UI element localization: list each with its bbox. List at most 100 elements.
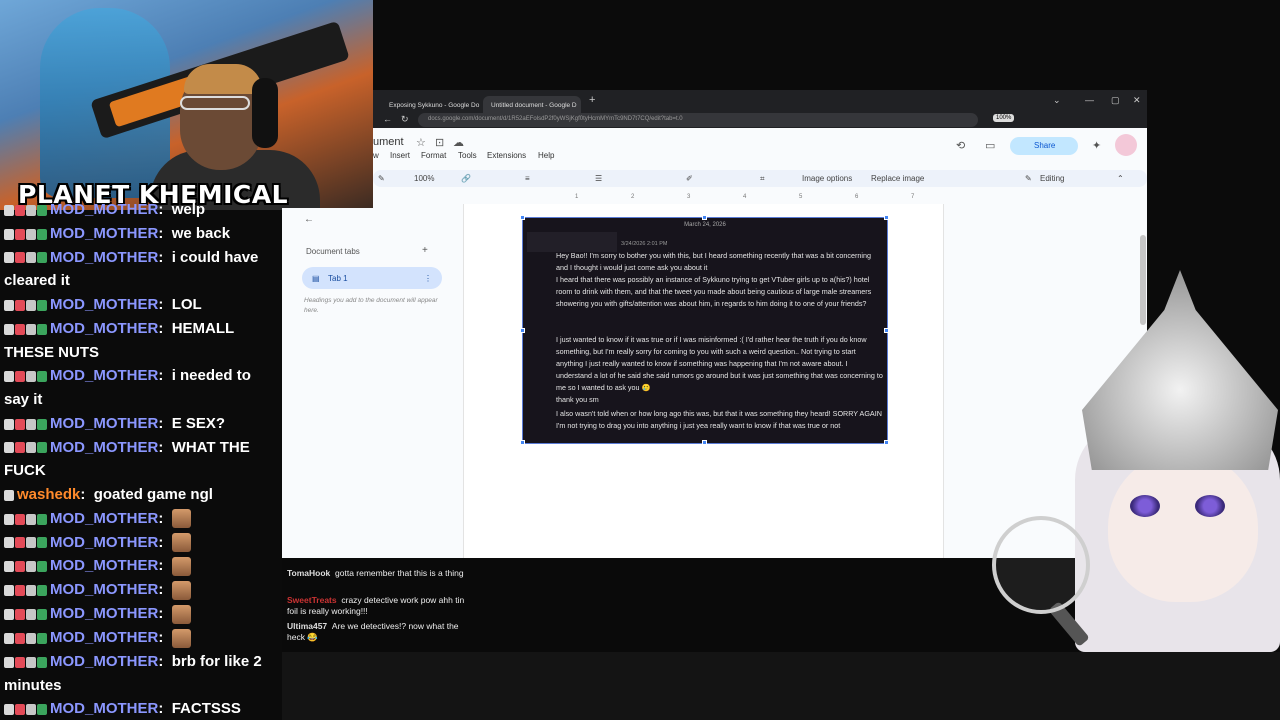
chat-username[interactable]: MOD_MOTHER [50, 225, 158, 242]
chat-username[interactable]: MOD_MOTHER [50, 557, 158, 574]
menu-extensions[interactable]: Extensions [487, 151, 526, 160]
chat-message: MOD_MOTHER: [4, 602, 280, 626]
badge-icon [15, 656, 25, 668]
add-tab-icon[interactable]: + [422, 245, 428, 256]
badge-icon [26, 608, 36, 620]
move-icon[interactable]: ⊡ [435, 136, 444, 149]
menu-insert[interactable]: Insert [390, 151, 410, 160]
back-icon[interactable]: ← [383, 114, 392, 124]
chat-username[interactable]: washedk [17, 486, 80, 503]
badge-icon [4, 513, 14, 525]
docs-scrollbar[interactable] [1140, 235, 1146, 325]
badge-icon [15, 418, 25, 430]
chat-username[interactable]: MOD_MOTHER [50, 605, 158, 622]
new-tab-button[interactable]: + [589, 94, 595, 106]
message-date: March 24, 2026 [684, 222, 726, 228]
chat-username[interactable]: MOD_MOTHER [50, 367, 158, 384]
tab-more-icon[interactable]: ⋮ [424, 274, 432, 283]
chat-username[interactable]: MOD_MOTHER [50, 510, 158, 527]
chat-username[interactable]: MOD_MOTHER [50, 439, 158, 456]
chat-username[interactable]: MOD_MOTHER [50, 534, 158, 551]
chat-message: MOD_MOTHER: FACTSSS [4, 697, 280, 720]
tab-search-icon[interactable]: ⌄ [1053, 95, 1061, 106]
resize-handle[interactable] [702, 440, 707, 445]
star-icon[interactable]: ☆ [416, 136, 426, 149]
ruler-tick: 7 [911, 194, 915, 200]
chat-username[interactable]: MOD_MOTHER [50, 249, 158, 266]
reload-icon[interactable]: ↻ [401, 114, 409, 125]
cloud-icon[interactable]: ☁ [453, 136, 464, 149]
chat-message: SweetTreats crazy detective work pow ahh… [287, 595, 472, 617]
resize-handle[interactable] [520, 440, 525, 445]
badge-icon [4, 608, 14, 620]
chat-username[interactable]: MOD_MOTHER [50, 415, 158, 432]
chat-username[interactable]: MOD_MOTHER [50, 629, 158, 646]
badge-icon [37, 513, 47, 525]
maximize-icon[interactable]: ▢ [1111, 95, 1120, 106]
document-tabs-heading: Document tabs [306, 247, 360, 256]
close-icon[interactable]: ✕ [1133, 95, 1141, 106]
chat-badges [4, 365, 48, 389]
chat-username[interactable]: MOD_MOTHER [50, 581, 158, 598]
menu-tools[interactable]: Tools [458, 151, 477, 160]
redacted-name [527, 232, 617, 252]
badge-icon [15, 252, 25, 264]
resize-handle[interactable] [520, 215, 525, 220]
gemini-icon[interactable]: ✦ [1092, 139, 1101, 152]
pen-icon[interactable]: ✐ [686, 174, 693, 183]
editing-mode-icon[interactable]: ✎ [1025, 174, 1032, 183]
tab-1-label: Tab 1 [328, 274, 348, 283]
chat-message: Ultima457 Are we detectives!? now what t… [287, 621, 472, 643]
badge-icon [37, 537, 47, 549]
document-title[interactable]: ument [373, 136, 404, 148]
image-options-button[interactable]: Image options [802, 174, 852, 183]
streamer-webcam [0, 0, 373, 210]
menu-help[interactable]: Help [538, 151, 554, 160]
list-icon[interactable]: ☰ [595, 174, 602, 183]
resize-handle[interactable] [702, 215, 707, 220]
menu-view[interactable]: w [373, 151, 379, 160]
pasted-screenshot[interactable]: March 24, 2026 3/24/2026 2:01 PM Hey Bao… [522, 217, 888, 444]
link-icon[interactable]: 🔗 [461, 174, 471, 183]
share-button[interactable]: Share [1010, 137, 1078, 155]
align-icon[interactable]: ≡ [525, 174, 530, 183]
crop-icon[interactable]: ⌗ [760, 174, 765, 184]
emote-icon [171, 533, 191, 553]
tab-1[interactable] [302, 267, 442, 289]
comment-icon[interactable]: ▭ [985, 139, 995, 152]
resize-handle[interactable] [884, 440, 889, 445]
badge-icon [26, 585, 36, 597]
chat-username[interactable]: MOD_MOTHER [50, 201, 158, 218]
address-bar[interactable]: docs.google.com/document/d/1R52aEFolsdP2… [418, 113, 978, 127]
zoom-badge[interactable]: 100% [993, 114, 1015, 122]
menu-format[interactable]: Format [421, 151, 446, 160]
editing-mode-select[interactable]: Editing [1040, 174, 1064, 183]
chat-username[interactable]: MOD_MOTHER [50, 320, 158, 337]
resize-handle[interactable] [884, 215, 889, 220]
back-arrow-icon[interactable]: ← [304, 214, 314, 225]
minimize-icon[interactable]: — [1085, 95, 1094, 105]
badge-icon [15, 703, 25, 715]
paint-format-icon[interactable]: ✎ [378, 174, 385, 183]
history-icon[interactable]: ⟲ [956, 139, 965, 152]
chat-badges [4, 602, 48, 626]
avatar[interactable] [1115, 134, 1137, 156]
badge-icon [26, 418, 36, 430]
resize-handle[interactable] [884, 328, 889, 333]
badge-icon [37, 418, 47, 430]
badge-icon [26, 632, 36, 644]
ruler-tick: 3 [687, 194, 691, 200]
badge-icon [15, 537, 25, 549]
collapse-icon[interactable]: ⌃ [1117, 174, 1124, 183]
chat-badges [4, 293, 48, 317]
badge-icon [37, 228, 47, 240]
zoom-select[interactable]: 100% [414, 174, 434, 183]
resize-handle[interactable] [520, 328, 525, 333]
chat-username[interactable]: MOD_MOTHER [50, 296, 158, 313]
replace-image-button[interactable]: Replace image [871, 174, 924, 183]
chat-username[interactable]: MOD_MOTHER [50, 653, 158, 670]
badge-icon [15, 204, 25, 216]
badge-icon [15, 513, 25, 525]
badge-icon [26, 228, 36, 240]
chat-username[interactable]: MOD_MOTHER [50, 700, 158, 717]
